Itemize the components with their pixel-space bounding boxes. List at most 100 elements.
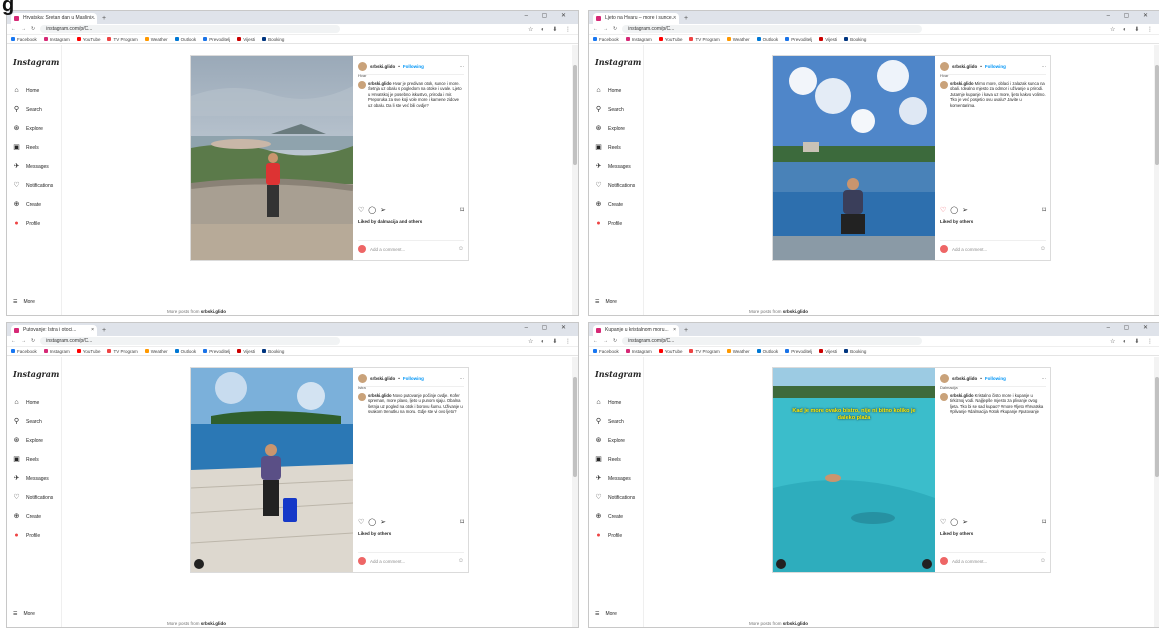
sidebar-item-explore[interactable]: ⊛ Explore [13,431,61,450]
sidebar-item-reels[interactable]: ▣ Reels [595,450,643,469]
sidebar-item-search[interactable]: ⚲ Search [595,100,643,119]
more-posts-user[interactable]: srbski.glido [201,621,226,626]
sidebar-item-reels[interactable]: ▣ Reels [13,450,61,469]
bookmark-item[interactable]: Weather [144,37,168,42]
bookmark-item[interactable]: Outlook [174,349,196,354]
like-heart-icon[interactable]: ♡ [358,518,364,526]
bookmark-item[interactable]: Facebook [11,37,37,42]
instagram-logo[interactable]: Instagram [13,369,61,379]
new-tab-icon[interactable]: + [102,325,106,336]
sidebar-item-profile[interactable]: ● Profile [13,214,61,233]
close-tab-icon[interactable]: × [673,13,676,24]
sidebar-item-messages[interactable]: ✈ Messages [13,469,61,488]
more-posts-user[interactable]: srbski.glido [783,309,808,314]
like-heart-icon[interactable]: ♡ [940,518,946,526]
bookmark-item[interactable]: Facebook [11,349,37,354]
post-photo[interactable] [191,56,353,260]
bookmark-item[interactable]: YouTube [658,37,682,42]
extension-icons[interactable]: ☆ ◐ ⬇ ⋮ [1110,26,1156,33]
reload-icon[interactable]: ↻ [31,26,35,32]
sidebar-item-search[interactable]: ⚲ Search [13,100,61,119]
likes-count[interactable]: Liked by others [358,531,391,536]
likes-count[interactable]: Liked by dalmacija and others [358,219,422,224]
emoji-icon[interactable]: ☺ [1040,246,1046,252]
bookmark-item[interactable]: Facebook [593,349,619,354]
reload-icon[interactable]: ↻ [31,338,35,344]
extension-icons[interactable]: ☆ ◐ ⬇ ⋮ [528,338,574,345]
scrollbar[interactable] [572,45,578,315]
share-icon[interactable]: ➢ [962,518,968,526]
profile-username[interactable]: srbski.glido [952,376,977,381]
bookmark-item[interactable]: Instagram [625,349,652,354]
bookmark-item[interactable]: Booking [844,37,866,42]
close-tab-icon[interactable]: × [673,325,676,336]
sidebar-item-search[interactable]: ⚲ Search [595,412,643,431]
bookmark-item[interactable]: Instagram [625,37,652,42]
forward-icon[interactable]: → [603,338,608,344]
forward-icon[interactable]: → [21,338,26,344]
sidebar-item-explore[interactable]: ⊛ Explore [595,119,643,138]
bookmark-item[interactable]: TV Program [689,37,720,42]
bookmark-item[interactable]: Instagram [43,37,70,42]
instagram-logo[interactable]: Instagram [13,57,61,67]
sidebar-item-messages[interactable]: ✈ Messages [595,469,643,488]
bookmark-item[interactable]: Weather [726,37,750,42]
back-icon[interactable]: ← [11,26,16,32]
extension-icons[interactable]: ☆ ◐ ⬇ ⋮ [1110,338,1156,345]
caption-avatar[interactable] [940,393,948,401]
sidebar-item-profile[interactable]: ● Profile [595,526,643,545]
sidebar-item-reels[interactable]: ▣ Reels [13,138,61,157]
comment-icon[interactable]: ◯ [950,518,958,526]
more-options-icon[interactable]: ··· [460,376,465,381]
more-posts-user[interactable]: srbski.glido [783,621,808,626]
browser-tab[interactable]: Putovanje: Istra i otoci... × [11,325,97,336]
more-button[interactable]: ☰ More [13,611,35,617]
caption-avatar[interactable] [358,393,366,401]
post-location[interactable]: Hvar [358,73,464,78]
address-bar[interactable]: instagram.com/p/C... [40,337,341,345]
bookmark-item[interactable]: Vijesti [237,349,255,354]
share-icon[interactable]: ➢ [380,206,386,214]
avatar[interactable] [940,62,949,71]
comment-icon[interactable]: ◯ [950,206,958,214]
bookmark-item[interactable]: Vijesti [819,37,837,42]
bookmark-item[interactable]: Booking [262,349,284,354]
reload-icon[interactable]: ↻ [613,338,617,344]
new-tab-icon[interactable]: + [102,13,106,24]
sidebar-item-notifications[interactable]: ♡ Notifications [595,488,643,507]
bookmark-item[interactable]: TV Program [689,349,720,354]
window-controls[interactable]: – ▢ ✕ [1107,324,1154,331]
post-location[interactable]: Dalmacija [940,385,1046,390]
bookmark-item[interactable]: YouTube [76,349,100,354]
sidebar-item-messages[interactable]: ✈ Messages [595,157,643,176]
bookmark-item[interactable]: Facebook [593,37,619,42]
bookmark-item[interactable]: Vijesti [819,349,837,354]
avatar[interactable] [940,374,949,383]
emoji-icon[interactable]: ☺ [1040,558,1046,564]
share-icon[interactable]: ➢ [962,206,968,214]
bookmark-item[interactable]: Weather [144,349,168,354]
close-tab-icon[interactable]: × [91,325,94,336]
following-button[interactable]: Following [403,376,424,381]
more-button[interactable]: ☰ More [13,299,35,305]
caption-username[interactable]: srbski.glido [950,393,975,398]
post-location[interactable]: Hvar [940,73,1046,78]
bookmark-icon[interactable]: ⌑ [1042,206,1046,214]
more-button[interactable]: ☰ More [595,611,617,617]
more-button[interactable]: ☰ More [595,299,617,305]
sidebar-item-notifications[interactable]: ♡ Notifications [13,176,61,195]
new-tab-icon[interactable]: + [684,325,688,336]
sidebar-item-profile[interactable]: ● Profile [13,526,61,545]
likes-count[interactable]: Liked by others [940,531,973,536]
instagram-logo[interactable]: Instagram [595,369,643,379]
bookmark-item[interactable]: Outlook [756,37,778,42]
bookmark-item[interactable]: YouTube [76,37,100,42]
reload-icon[interactable]: ↻ [613,26,617,32]
sidebar-item-explore[interactable]: ⊛ Explore [595,431,643,450]
bookmark-item[interactable]: Prevoditelj [203,37,230,42]
forward-icon[interactable]: → [603,26,608,32]
scrollbar-thumb[interactable] [573,377,577,477]
sidebar-item-create[interactable]: ⊕ Create [595,507,643,526]
sidebar-item-search[interactable]: ⚲ Search [13,412,61,431]
sidebar-item-reels[interactable]: ▣ Reels [595,138,643,157]
